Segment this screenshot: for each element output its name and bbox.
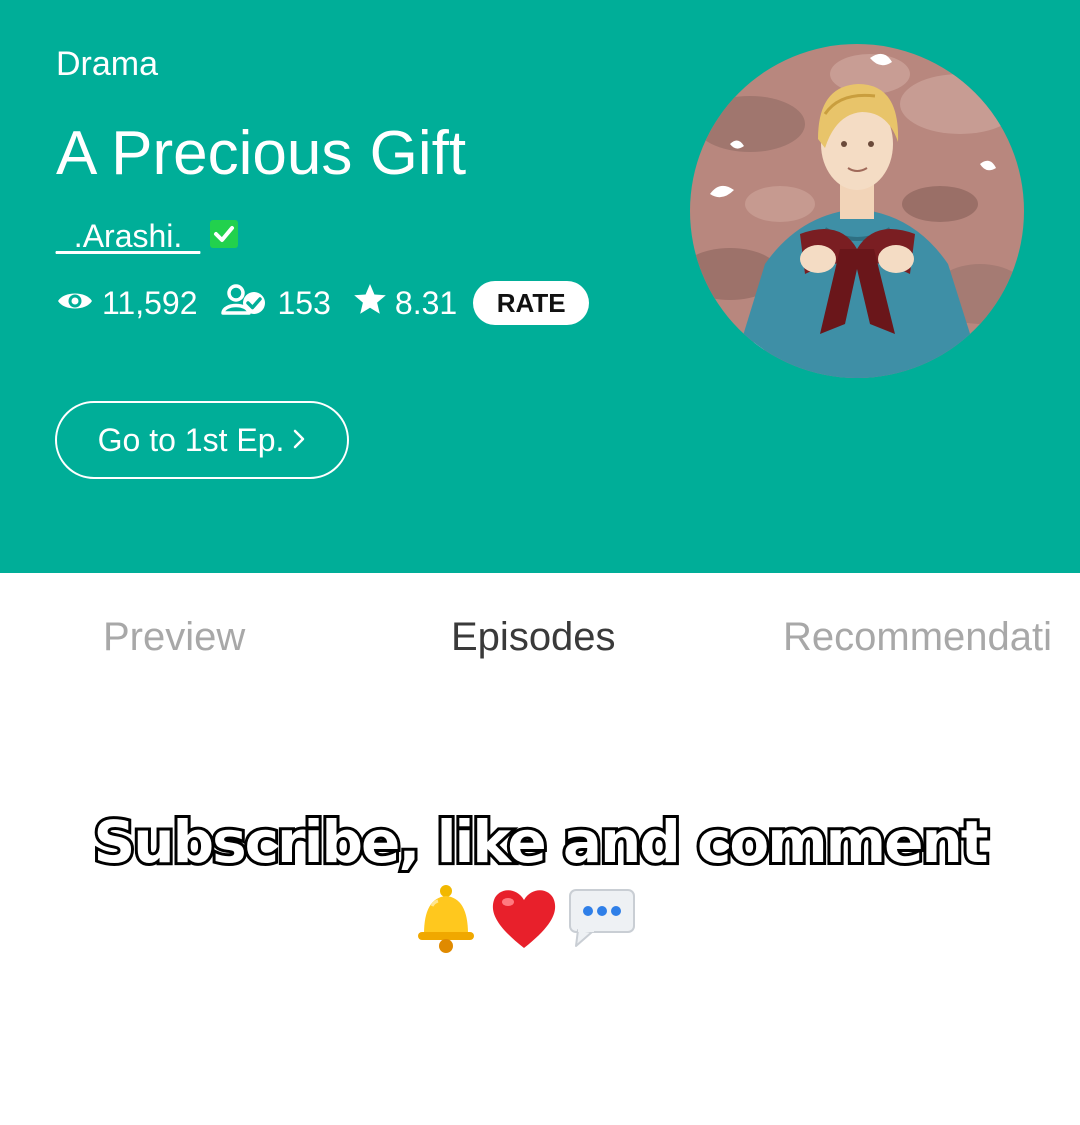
rating-value: 8.31 [394, 284, 458, 321]
rate-button[interactable]: RATE [473, 281, 590, 325]
views-stat: 11,592 [56, 285, 198, 322]
subscribe-overlay-text: Subscribe, like and comment [91, 805, 992, 879]
author-row: _.Arashi._ [56, 216, 240, 256]
tab-recommendations[interactable]: Recommendati [783, 613, 1052, 661]
subscriber-icon [220, 283, 278, 323]
series-tabs: Preview Episodes Recommendati [0, 573, 1080, 699]
star-icon [353, 283, 395, 323]
subscribers-stat: 153 [220, 283, 331, 323]
stats-row: 11,592 153 8.31 RATE [56, 280, 590, 326]
series-cover-image [690, 44, 1024, 378]
first-episode-label: Go to 1st Ep. [97, 421, 285, 458]
views-count: 11,592 [102, 284, 198, 321]
eye-icon [56, 285, 102, 322]
chevron-right-icon [292, 422, 306, 459]
series-header: Drama A Precious Gift _.Arashi._ 11,592 [0, 0, 1080, 573]
bell-icon [410, 882, 482, 954]
tab-preview[interactable]: Preview [103, 613, 245, 661]
tab-episodes[interactable]: Episodes [451, 613, 616, 661]
genre-label[interactable]: Drama [56, 44, 158, 84]
overlay-emoji-row [410, 882, 638, 954]
heart-icon [488, 882, 560, 954]
rating-stat: 8.31 [353, 283, 457, 323]
author-link[interactable]: _.Arashi._ [56, 216, 200, 256]
go-to-first-episode-button[interactable]: Go to 1st Ep. [55, 401, 349, 479]
subscribers-count: 153 [277, 284, 331, 321]
series-title: A Precious Gift [56, 119, 467, 188]
speech-bubble-icon [566, 882, 638, 954]
verified-check-icon [208, 218, 240, 255]
